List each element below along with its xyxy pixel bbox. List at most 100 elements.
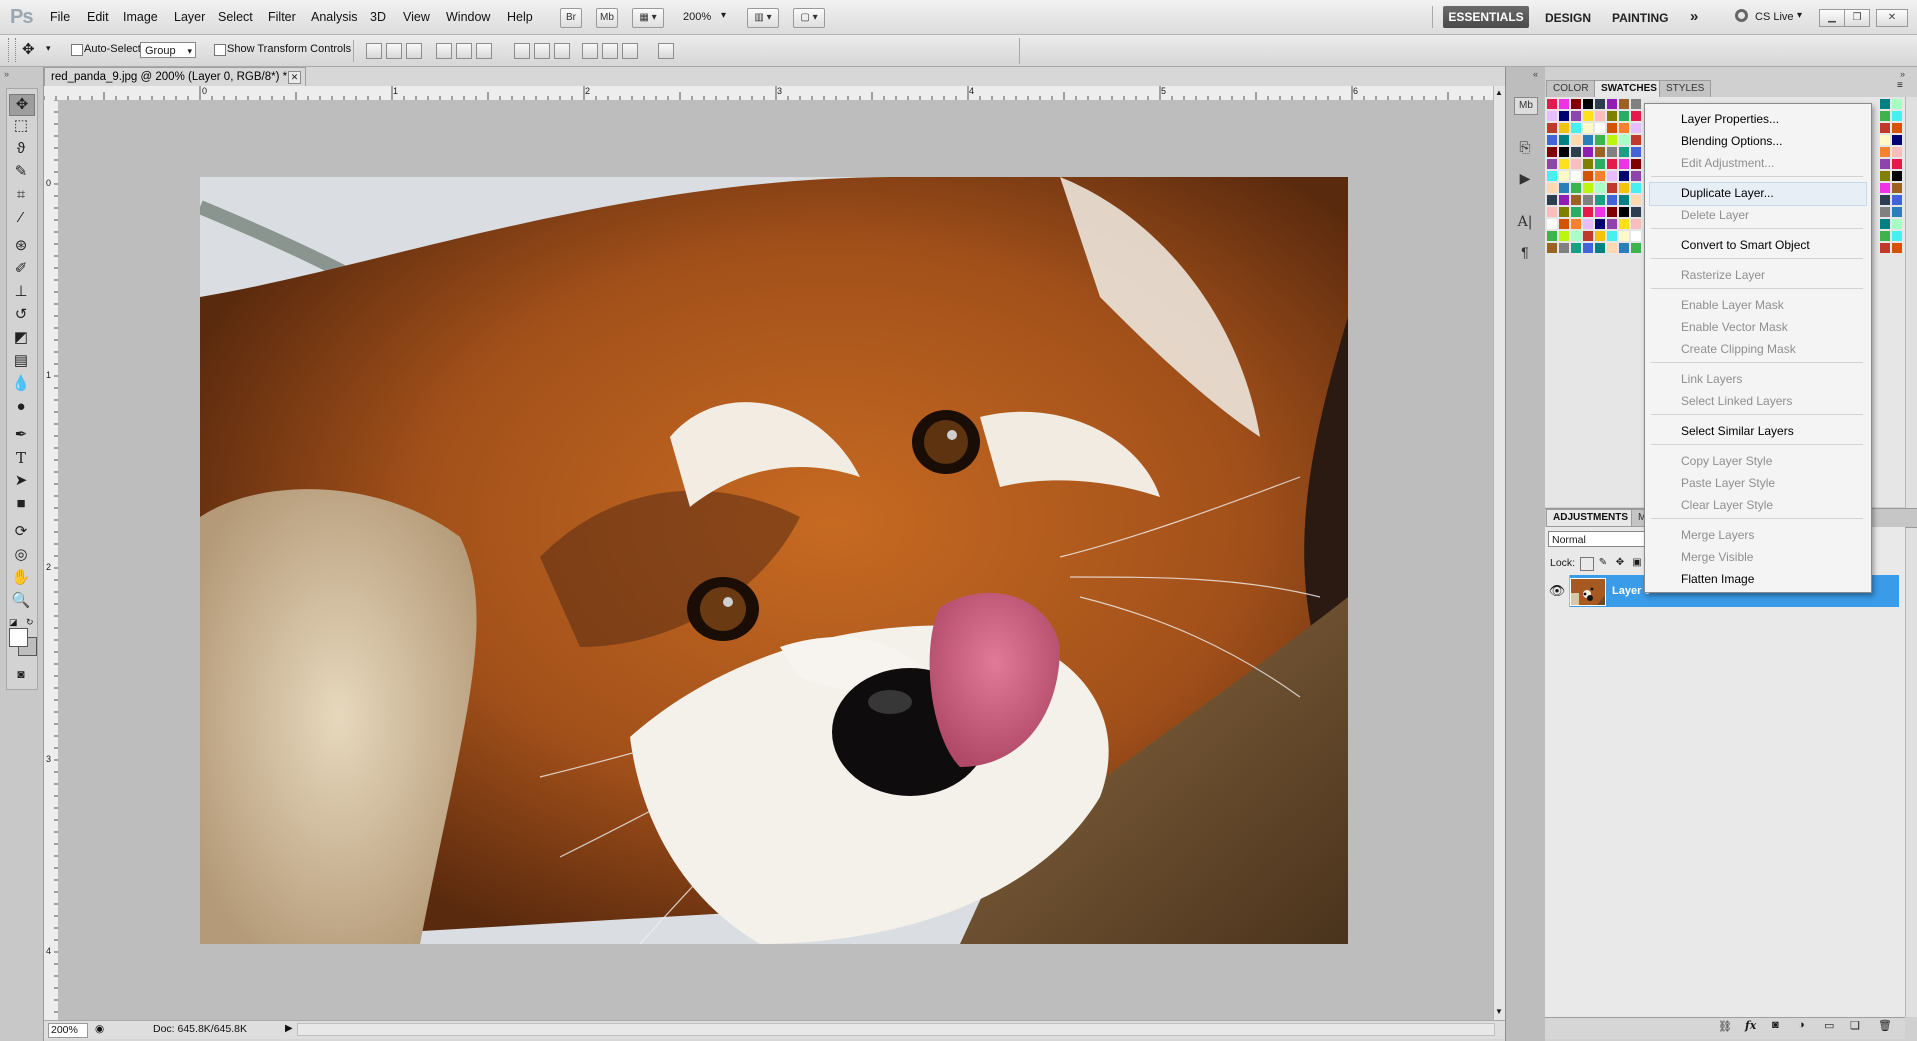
quick-mask-icon[interactable]: ◙ (9, 664, 33, 684)
swatch[interactable] (1595, 159, 1605, 169)
menu-item-duplicate-layer[interactable]: Duplicate Layer... (1681, 186, 1774, 200)
align-top-icon[interactable] (366, 43, 382, 59)
align-horizontal-center-icon[interactable] (456, 43, 472, 59)
swatch[interactable] (1559, 171, 1569, 181)
zoom-level-dropdown[interactable]: 200% (683, 11, 711, 23)
mini-bridge-panel-icon[interactable]: Mb (1514, 97, 1538, 115)
hand-tool-icon[interactable]: ✋ (9, 568, 33, 588)
zoom-chevron-icon[interactable]: ▾ (721, 10, 726, 21)
swatch[interactable] (1880, 171, 1890, 181)
swatch[interactable] (1631, 147, 1641, 157)
swatch[interactable] (1892, 135, 1902, 145)
swatch[interactable] (1607, 183, 1617, 193)
swatch[interactable] (1571, 171, 1581, 181)
crop-tool-icon[interactable]: ⌗ (9, 185, 33, 205)
swatch[interactable] (1619, 219, 1629, 229)
swatch[interactable] (1571, 135, 1581, 145)
swatch[interactable] (1607, 171, 1617, 181)
lock-all-icon[interactable]: ▣ (1631, 557, 1643, 569)
menu-help[interactable]: Help (507, 10, 533, 24)
swatch[interactable] (1619, 123, 1629, 133)
brush-tool-icon[interactable]: ✐ (9, 259, 33, 279)
document-tab[interactable]: red_panda_9.jpg @ 200% (Layer 0, RGB/8*)… (44, 67, 306, 86)
actions-panel-icon[interactable]: ▶ (1514, 168, 1536, 188)
menu-3d[interactable]: 3D (370, 10, 386, 24)
lock-image-icon[interactable]: ✎ (1597, 557, 1609, 569)
link-layers-icon[interactable]: ⛓ (1718, 1020, 1732, 1033)
strip-expand-icon[interactable]: « (1533, 69, 1538, 79)
distribute-left-icon[interactable] (582, 43, 598, 59)
swatch[interactable] (1571, 123, 1581, 133)
swatch[interactable] (1631, 231, 1641, 241)
swatch[interactable] (1607, 159, 1617, 169)
tab-styles[interactable]: STYLES (1659, 80, 1712, 98)
swatch[interactable] (1892, 111, 1902, 121)
swatch[interactable] (1595, 135, 1605, 145)
auto-align-layers-icon[interactable] (658, 43, 674, 59)
status-menu-arrow-icon[interactable]: ▶ (285, 1023, 293, 1034)
menu-item-flatten-image[interactable]: Flatten Image (1681, 572, 1754, 586)
menu-item-rasterize-layer[interactable]: Rasterize Layer (1681, 268, 1765, 282)
menu-edit[interactable]: Edit (87, 10, 109, 24)
swatch[interactable] (1892, 99, 1902, 109)
tab-swatches[interactable]: SWATCHES (1594, 80, 1664, 98)
menu-view[interactable]: View (403, 10, 430, 24)
swatch[interactable] (1619, 243, 1629, 253)
mini-bridge-button[interactable]: Mb (596, 8, 618, 28)
swatch[interactable] (1559, 159, 1569, 169)
dodge-tool-icon[interactable]: ● (9, 397, 33, 417)
swatch[interactable] (1559, 183, 1569, 193)
preset-chevron-icon[interactable]: ▾ (46, 43, 51, 54)
swatch[interactable] (1583, 219, 1593, 229)
swatch[interactable] (1619, 111, 1629, 121)
auto-select-checkbox[interactable] (71, 44, 83, 56)
swatch[interactable] (1619, 231, 1629, 241)
swatch[interactable] (1571, 195, 1581, 205)
layer-thumbnail[interactable] (1570, 578, 1606, 606)
swatch[interactable] (1547, 159, 1557, 169)
foreground-color-swatch[interactable] (9, 628, 28, 647)
swatch[interactable] (1880, 111, 1890, 121)
swatch[interactable] (1547, 171, 1557, 181)
swatch[interactable] (1547, 183, 1557, 193)
swatch[interactable] (1595, 99, 1605, 109)
zoom-tool-icon[interactable]: 🔍 (9, 591, 33, 611)
swatch[interactable] (1547, 99, 1557, 109)
menu-file[interactable]: File (50, 10, 70, 24)
swatch[interactable] (1583, 111, 1593, 121)
new-layer-icon[interactable]: ❏ (1850, 1019, 1860, 1032)
tab-adjustments[interactable]: ADJUSTMENTS (1546, 509, 1636, 527)
tab-color[interactable]: COLOR (1546, 80, 1596, 98)
swatch[interactable] (1880, 159, 1890, 169)
menu-item-select-linked-layers[interactable]: Select Linked Layers (1681, 394, 1792, 408)
menu-image[interactable]: Image (123, 10, 158, 24)
swatch[interactable] (1547, 135, 1557, 145)
swatch[interactable] (1559, 123, 1569, 133)
distribute-vertical-center-icon[interactable] (534, 43, 550, 59)
rectangle-tool-icon[interactable]: ■ (9, 494, 33, 514)
swatch[interactable] (1607, 195, 1617, 205)
panel-scrollbar[interactable] (1905, 97, 1917, 1017)
blend-mode-dropdown[interactable]: Normal (1548, 531, 1648, 547)
swatch[interactable] (1892, 171, 1902, 181)
red-panda-photo[interactable] (200, 177, 1348, 944)
menu-item-delete-layer[interactable]: Delete Layer (1681, 208, 1749, 222)
new-adjustment-layer-icon[interactable]: ◑ (1798, 1019, 1805, 1031)
more-workspaces-button[interactable]: » (1690, 8, 1698, 25)
panel-menu-icon[interactable]: ≡ (1897, 80, 1903, 91)
menu-window[interactable]: Window (446, 10, 490, 24)
history-panel-icon[interactable]: ⎘ (1514, 137, 1536, 157)
menu-item-merge-visible[interactable]: Merge Visible (1681, 550, 1753, 564)
horizontal-scrollbar[interactable] (297, 1023, 1495, 1036)
scroll-down-icon[interactable]: ▼ (1495, 1007, 1503, 1016)
lasso-tool-icon[interactable]: ϑ (9, 139, 33, 159)
menu-layer[interactable]: Layer (174, 10, 205, 24)
swatch[interactable] (1583, 147, 1593, 157)
swatch[interactable] (1631, 123, 1641, 133)
swatch[interactable] (1583, 195, 1593, 205)
scroll-up-icon[interactable]: ▲ (1495, 88, 1503, 97)
swatch[interactable] (1547, 243, 1557, 253)
minimize-button[interactable]: ▁ (1819, 9, 1845, 27)
swatch[interactable] (1607, 123, 1617, 133)
distribute-bottom-icon[interactable] (554, 43, 570, 59)
